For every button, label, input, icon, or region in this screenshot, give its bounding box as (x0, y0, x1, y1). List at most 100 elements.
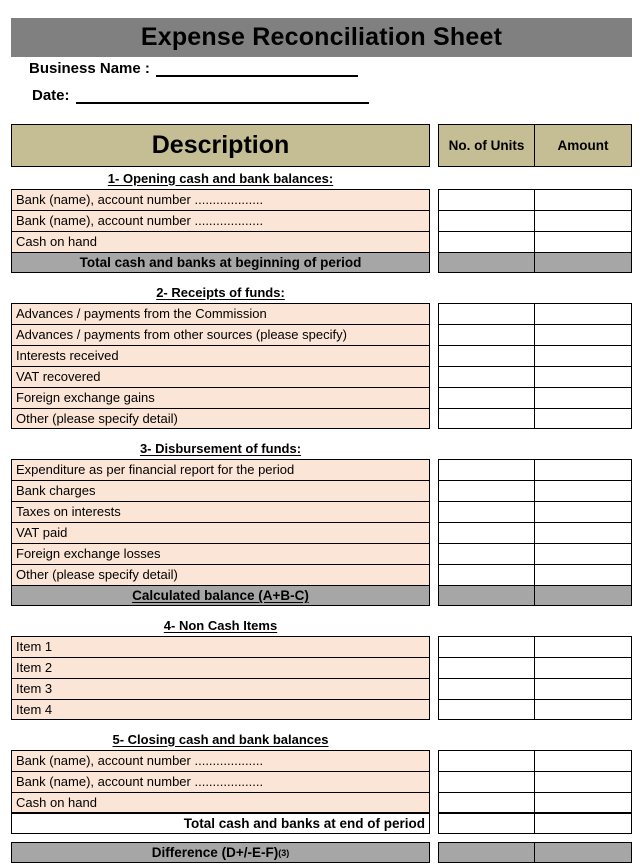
amount-cell[interactable] (535, 387, 632, 408)
units-cell[interactable] (438, 324, 535, 345)
section-heading-row: 2- Receipts of funds: (11, 281, 632, 303)
amount-cell[interactable] (535, 303, 632, 324)
amount-cell[interactable] (535, 324, 632, 345)
amount-cell[interactable] (535, 564, 632, 585)
column-header-units: No. of Units (438, 124, 535, 167)
table-row: Item 4 (11, 699, 632, 720)
description-cell: Item 2 (11, 657, 430, 678)
amount-cell[interactable] (535, 750, 632, 771)
amount-cell[interactable] (535, 345, 632, 366)
section-heading-label: 1- Opening cash and bank balances: (107, 170, 334, 186)
column-header-amount: Amount (535, 124, 632, 167)
description-cell: Bank (name), account number ............… (11, 189, 430, 210)
difference-row: Difference (D+/-E-F) (3) (11, 842, 632, 863)
units-cell[interactable] (438, 303, 535, 324)
section-heading-label: 4- Non Cash Items (163, 617, 278, 633)
amount-cell[interactable] (535, 522, 632, 543)
column-gap (430, 189, 438, 210)
amount-cell[interactable] (535, 459, 632, 480)
amount-cell[interactable] (535, 252, 632, 273)
expense-reconciliation-sheet: Expense Reconciliation Sheet Business Na… (0, 0, 643, 865)
units-cell[interactable] (438, 771, 535, 792)
units-cell[interactable] (438, 657, 535, 678)
table-row: Cash on hand (11, 792, 632, 813)
section-heading-row: 5- Closing cash and bank balances (11, 728, 632, 750)
amount-cell[interactable] (535, 501, 632, 522)
units-cell[interactable] (438, 636, 535, 657)
date-input[interactable] (75, 87, 369, 104)
units-cell[interactable] (438, 252, 535, 273)
amount-cell[interactable] (535, 636, 632, 657)
units-cell[interactable] (438, 387, 535, 408)
units-cell[interactable] (438, 813, 535, 834)
business-name-input[interactable] (155, 60, 358, 77)
column-gap (430, 324, 438, 345)
units-cell[interactable] (438, 345, 535, 366)
amount-cell[interactable] (535, 543, 632, 564)
units-cell[interactable] (438, 842, 535, 863)
table-row: Expenditure as per financial report for … (11, 459, 632, 480)
units-cell[interactable] (438, 210, 535, 231)
amount-cell[interactable] (535, 678, 632, 699)
section-heading: 5- Closing cash and bank balances (11, 728, 430, 750)
amount-cell[interactable] (535, 657, 632, 678)
table-row: Bank (name), account number ............… (11, 210, 632, 231)
units-cell[interactable] (438, 480, 535, 501)
amount-cell[interactable] (535, 366, 632, 387)
column-gap (430, 459, 438, 480)
column-gap (430, 480, 438, 501)
amount-cell[interactable] (535, 813, 632, 834)
section-heading-label: 3- Disbursement of funds: (139, 440, 302, 456)
description-cell: Other (please specify detail) (11, 408, 430, 429)
column-gap (430, 564, 438, 585)
units-cell[interactable] (438, 522, 535, 543)
units-cell[interactable] (438, 459, 535, 480)
column-gap (430, 366, 438, 387)
column-gap (430, 124, 438, 167)
units-cell[interactable] (438, 231, 535, 252)
difference-label: Difference (D+/-E-F) (3) (11, 842, 430, 863)
units-cell[interactable] (438, 543, 535, 564)
amount-cell[interactable] (535, 231, 632, 252)
date-label: Date: (32, 87, 70, 104)
amount-cell[interactable] (535, 699, 632, 720)
amount-cell[interactable] (535, 189, 632, 210)
table-row: Other (please specify detail) (11, 408, 632, 429)
amount-cell[interactable] (535, 792, 632, 813)
amount-cell[interactable] (535, 842, 632, 863)
column-gap (430, 543, 438, 564)
column-gap (430, 408, 438, 429)
table-row: VAT recovered (11, 366, 632, 387)
units-cell[interactable] (438, 792, 535, 813)
units-cell[interactable] (438, 501, 535, 522)
table-row: Other (please specify detail) (11, 564, 632, 585)
units-cell[interactable] (438, 189, 535, 210)
units-cell[interactable] (438, 366, 535, 387)
column-gap (430, 813, 438, 834)
description-cell: Advances / payments from the Commission (11, 303, 430, 324)
section-total-text: Total cash and banks at end of period (183, 816, 425, 831)
table-row: Item 2 (11, 657, 632, 678)
amount-cell[interactable] (535, 480, 632, 501)
description-cell: Item 3 (11, 678, 430, 699)
date-field-row: Date: (32, 87, 369, 104)
amount-cell[interactable] (535, 771, 632, 792)
section-heading-row: 1- Opening cash and bank balances: (11, 167, 632, 189)
units-cell[interactable] (438, 678, 535, 699)
units-cell[interactable] (438, 585, 535, 606)
units-cell[interactable] (438, 564, 535, 585)
table-row: VAT paid (11, 522, 632, 543)
units-cell[interactable] (438, 408, 535, 429)
units-cell[interactable] (438, 699, 535, 720)
column-gap (430, 387, 438, 408)
units-cell[interactable] (438, 750, 535, 771)
amount-cell[interactable] (535, 210, 632, 231)
column-gap (430, 792, 438, 813)
column-gap (430, 345, 438, 366)
amount-cell[interactable] (535, 585, 632, 606)
amount-cell[interactable] (535, 408, 632, 429)
description-cell: Item 4 (11, 699, 430, 720)
column-gap (430, 231, 438, 252)
